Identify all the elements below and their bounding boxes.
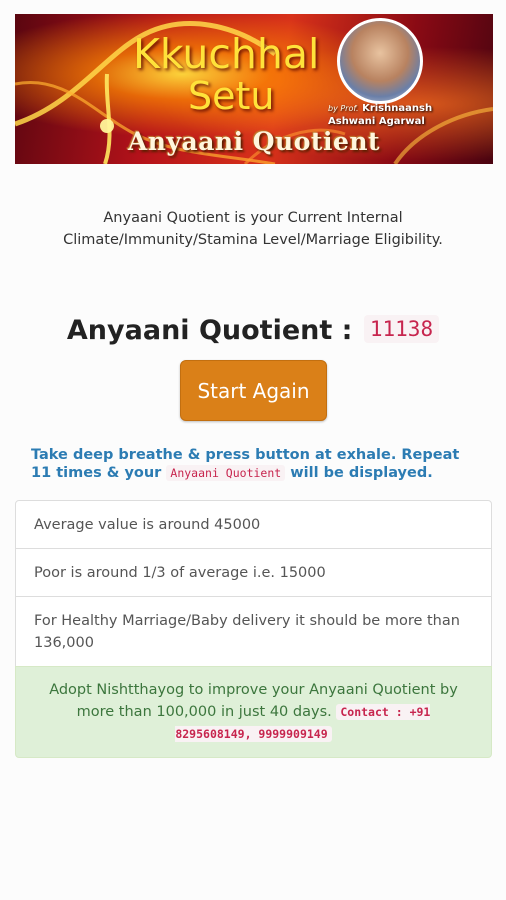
instruction-text: Take deep breathe & press button at exha… (31, 446, 481, 482)
instruction-code: Anyaani Quotient (166, 465, 286, 481)
result-heading: Anyaani Quotient : 11138 (0, 315, 506, 346)
info-list: Average value is around 45000 Poor is ar… (15, 500, 492, 758)
list-item-poor: Poor is around 1/3 of average i.e. 15000 (15, 548, 492, 597)
success-note: Adopt Nishtthayog to improve your Anyaan… (15, 666, 492, 758)
header-banner: Kkuchhal Setu by Prof. Krishnaansh Ashwa… (15, 14, 493, 164)
author-first-name: Krishnaansh (362, 103, 433, 114)
result-value: 11138 (363, 315, 440, 343)
byline-prefix: by Prof. (328, 104, 359, 113)
instruction-after: will be displayed. (290, 465, 433, 481)
list-item-healthy: For Healthy Marriage/Baby delivery it sh… (15, 596, 492, 667)
banner-subtitle: Anyaani Quotient (127, 127, 381, 156)
list-item-average: Average value is around 45000 (15, 500, 492, 549)
brand-title-line2: Setu (188, 74, 275, 118)
result-label: Anyaani Quotient : (66, 315, 353, 346)
brand-title-line1: Kkuchhal (133, 30, 320, 78)
start-again-button[interactable]: Start Again (180, 360, 327, 421)
author-second-name: Ashwani Agarwal (328, 116, 425, 127)
author-photo (337, 18, 423, 104)
author-byline: by Prof. Krishnaansh Ashwani Agarwal (328, 102, 432, 128)
intro-text: Anyaani Quotient is your Current Interna… (63, 210, 443, 248)
